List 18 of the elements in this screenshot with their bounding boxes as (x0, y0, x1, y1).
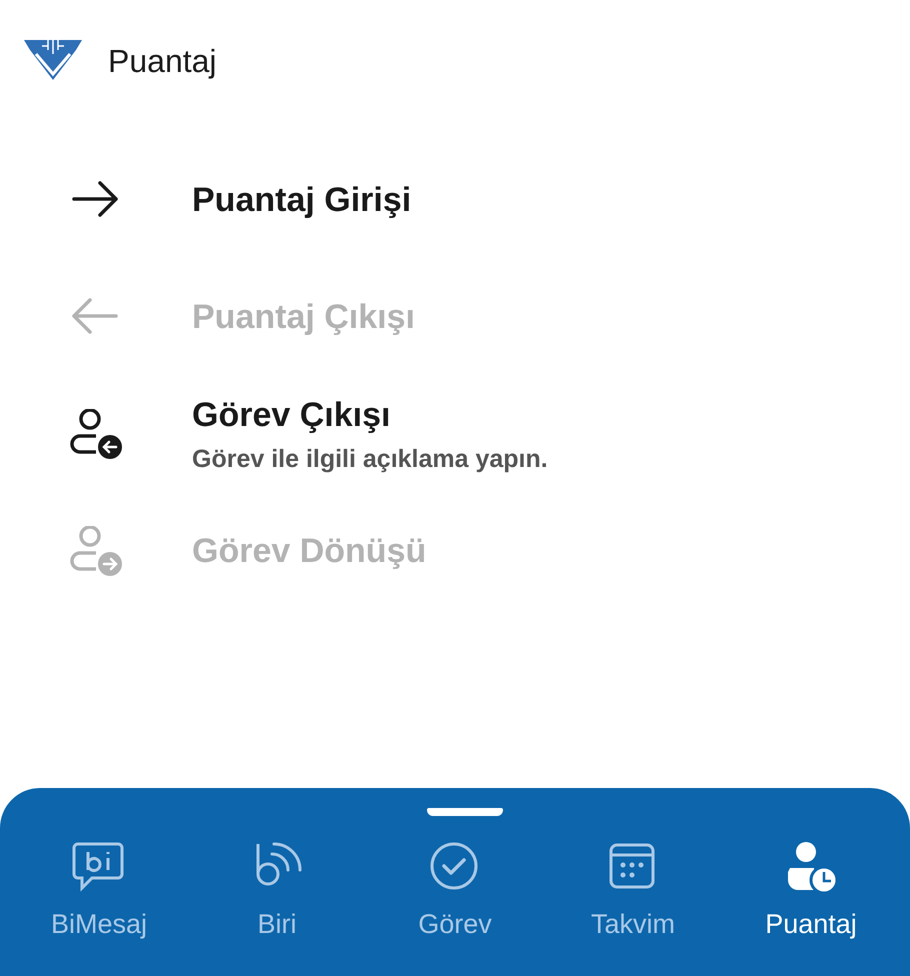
menu-item-description: Görev ile ilgili açıklama yapın. (192, 444, 548, 476)
menu-item[interactable]: Puantaj Girişi (0, 142, 910, 259)
nav-tab[interactable]: Puantaj (722, 840, 900, 944)
menu-item-label: Görev Dönüşü (192, 531, 426, 572)
message-bubble-icon (72, 840, 126, 894)
drag-handle[interactable] (427, 808, 503, 816)
nav-tab[interactable]: Takvim (544, 840, 722, 944)
menu-item[interactable]: Görev Çıkışı Görev ile ilgili açıklama yapın. (0, 376, 910, 493)
menu-item-label: Puantaj Çıkışı (192, 297, 415, 338)
menu-item-label: Görev Çıkışı (192, 395, 392, 436)
person-left-arrow-icon (70, 408, 124, 460)
nav-tab[interactable]: Biri (188, 840, 366, 944)
nav-tab[interactable]: BiMesaj (10, 840, 188, 944)
menu-item-label: Puantaj Girişi (192, 180, 412, 221)
page-title: Puantaj (108, 42, 217, 81)
logo-icon (24, 40, 82, 82)
person-right-arrow-icon (70, 526, 124, 578)
nav-tab[interactable]: Görev (366, 840, 544, 944)
